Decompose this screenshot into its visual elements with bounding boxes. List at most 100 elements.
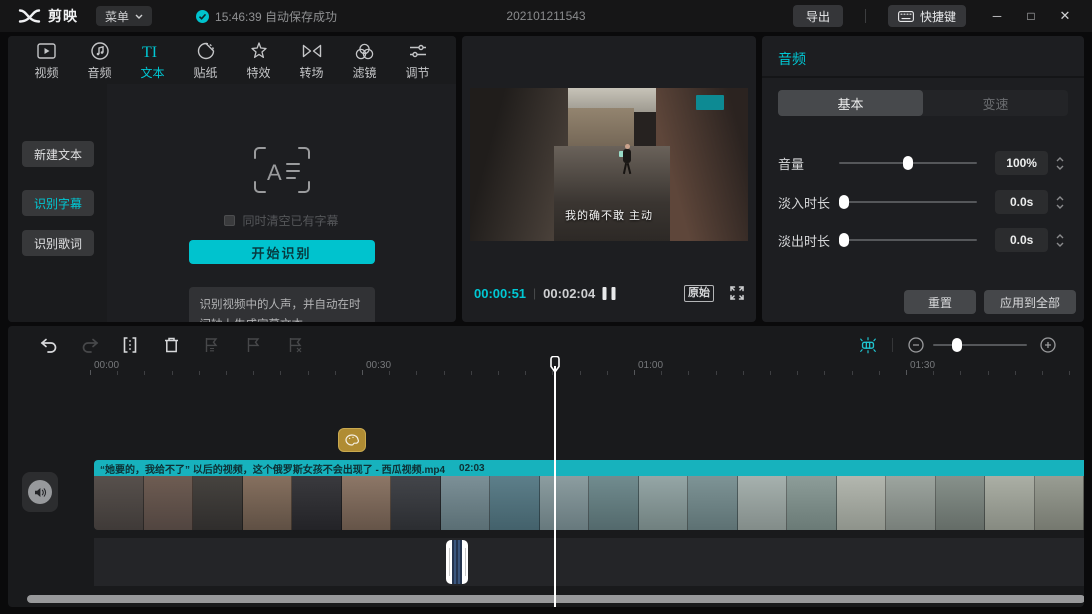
speaker-icon <box>34 487 47 498</box>
tab-filters[interactable]: 滤镜 <box>338 36 391 84</box>
fade-out-slider[interactable] <box>839 233 978 247</box>
adjustment-clip[interactable] <box>338 428 366 452</box>
volume-slider[interactable] <box>839 156 978 170</box>
minimize-button[interactable]: ─ <box>980 0 1014 32</box>
tab-effects[interactable]: 特效 <box>232 36 285 84</box>
toolbar-divider <box>892 338 893 352</box>
volume-stepper[interactable] <box>1052 151 1068 175</box>
text-icon: TI <box>142 41 164 61</box>
fade-in-value[interactable]: 0.0s <box>995 190 1049 214</box>
clear-existing-checkbox[interactable] <box>224 215 236 226</box>
panel-divider <box>762 76 1084 78</box>
panel-title: 音频 <box>778 51 806 67</box>
selected-subclip[interactable] <box>446 540 468 584</box>
media-tabs: 视频 音频 TI 文本 贴纸 特效 转场 滤镜 调节 <box>8 36 456 84</box>
fade-in-row: 淡入时长 0.0s <box>778 190 1068 214</box>
fade-in-slider[interactable] <box>839 195 978 209</box>
video-icon <box>37 41 56 61</box>
sidebar-item-recognize-lyrics[interactable]: 识别歌词 <box>22 230 94 256</box>
original-quality-button[interactable]: 原始 <box>684 284 714 302</box>
total-duration: 00:02:04 <box>543 285 596 301</box>
video-clip-duration: 02:03 <box>459 462 485 474</box>
tab-text[interactable]: TI 文本 <box>126 36 179 84</box>
start-recognition-button[interactable]: 开始识别 <box>188 240 375 264</box>
fullscreen-icon[interactable] <box>730 286 744 300</box>
subclip-thumbnail <box>452 540 462 584</box>
fade-out-row: 淡出时长 0.0s <box>778 228 1068 252</box>
sliders-icon <box>409 41 427 61</box>
fade-in-stepper[interactable] <box>1052 190 1068 214</box>
maximize-button[interactable]: □ <box>1014 0 1048 32</box>
fade-out-slider-thumb[interactable] <box>839 233 850 247</box>
media-library-panel: 视频 音频 TI 文本 贴纸 特效 转场 滤镜 调节 新建文本 识别字幕 识别歌… <box>8 36 456 322</box>
capcut-window: 剪映 菜单 15:46:39 自动保存成功 202101211543 导出 快捷… <box>0 0 1092 614</box>
recognize-subtitles-pane: A 同时清空已有字幕 开始识别 识别视频中的人声，并自动在时间轴上生成字幕文本。 <box>107 84 456 322</box>
tab-audio[interactable]: 音频 <box>73 36 126 84</box>
text-sidebar: 新建文本 识别字幕 识别歌词 <box>8 84 107 322</box>
app-name: 剪映 <box>48 8 78 24</box>
capcut-logo-icon <box>18 8 41 24</box>
add-beat-flag-icon[interactable] <box>243 335 263 355</box>
auto-beat-flag-icon[interactable] <box>201 335 221 355</box>
reset-button[interactable]: 重置 <box>903 290 976 314</box>
shortcuts-button[interactable]: 快捷键 <box>887 5 966 27</box>
keyboard-icon <box>898 10 914 22</box>
magnetic-snap-icon[interactable] <box>858 335 878 355</box>
star-burst-icon <box>250 41 268 61</box>
tab-sticker[interactable]: 贴纸 <box>179 36 232 84</box>
menu-button[interactable]: 菜单 <box>96 6 153 26</box>
tab-video[interactable]: 视频 <box>20 36 73 84</box>
preview-teal-sign <box>696 95 724 110</box>
redo-button[interactable] <box>80 335 100 355</box>
fade-out-stepper[interactable] <box>1052 228 1068 252</box>
timeline-zoom-thumb[interactable] <box>951 338 962 352</box>
zoom-in-icon[interactable] <box>1038 335 1058 355</box>
audio-settings-panel: 音频 基本 变速 音量 100% 淡入时长 0.0s 淡出时长 0.0s 重置 … <box>762 36 1084 322</box>
timeline-zoom-slider[interactable] <box>933 338 1027 352</box>
tab-adjust[interactable]: 调节 <box>391 36 444 84</box>
preview-canvas[interactable]: 我的确不敢 主动 <box>470 88 748 241</box>
autosave-status: 15:46:39 自动保存成功 <box>196 8 337 25</box>
tab-speed[interactable]: 变速 <box>923 90 1068 116</box>
clear-existing-label: 同时清空已有字幕 <box>242 214 339 228</box>
video-clip[interactable]: “她要的，我给不了” 以后的视频，这个俄罗斯女孩不会出现了 - 西瓜视频.mp4… <box>94 460 1084 530</box>
playhead-line <box>554 366 556 607</box>
svg-text:TI: TI <box>142 44 157 59</box>
volume-row: 音量 100% <box>778 151 1068 175</box>
check-circle-icon <box>196 9 210 23</box>
tab-basic[interactable]: 基本 <box>778 90 923 116</box>
auto-caption-icon: A <box>253 146 311 194</box>
track-mute-button[interactable] <box>22 472 58 512</box>
split-clip-button[interactable] <box>120 335 140 355</box>
bowtie-icon <box>302 41 322 61</box>
titlebar-divider <box>864 9 866 23</box>
apply-to-all-button[interactable]: 应用到全部 <box>983 290 1076 314</box>
video-clip-title: “她要的，我给不了” 以后的视频，这个俄罗斯女孩不会出现了 - 西瓜视频.mp4 <box>100 464 446 476</box>
export-button[interactable]: 导出 <box>792 5 843 27</box>
close-button[interactable]: ✕ <box>1048 0 1082 32</box>
fade-in-slider-thumb[interactable] <box>839 195 850 209</box>
volume-value[interactable]: 100% <box>995 151 1049 175</box>
svg-text:A: A <box>267 160 282 185</box>
secondary-track[interactable] <box>94 538 1084 586</box>
delete-clip-button[interactable] <box>161 335 181 355</box>
preview-subtitle: 我的确不敢 主动 <box>564 210 654 222</box>
app-logo: 剪映 <box>18 6 78 26</box>
volume-slider-thumb[interactable] <box>902 156 913 170</box>
timeline-panel: 00:00 00:30 01:00 01:30 “她要的，我给不了” 以后的视频，这个… <box>8 326 1084 607</box>
sidebar-item-recognize-subtitles[interactable]: 识别字幕 <box>22 190 94 216</box>
tab-transitions[interactable]: 转场 <box>285 36 338 84</box>
time-divider: | <box>533 286 537 300</box>
fade-out-value[interactable]: 0.0s <box>995 228 1049 252</box>
zoom-out-icon[interactable] <box>906 335 926 355</box>
timeline-ruler[interactable]: 00:00 00:30 01:00 01:30 <box>8 358 1084 376</box>
sidebar-item-new-text[interactable]: 新建文本 <box>22 141 94 167</box>
titlebar: 剪映 菜单 15:46:39 自动保存成功 202101211543 导出 快捷… <box>0 0 1092 32</box>
palette-icon <box>345 434 359 446</box>
pause-button[interactable] <box>602 286 616 300</box>
undo-button[interactable] <box>38 335 58 355</box>
remove-beat-flag-icon[interactable] <box>285 335 305 355</box>
playhead[interactable] <box>550 356 560 607</box>
audio-tabs: 基本 变速 <box>778 90 1068 116</box>
preview-panel: 我的确不敢 主动 00:00:51 | 00:02:04 原始 <box>462 36 756 322</box>
